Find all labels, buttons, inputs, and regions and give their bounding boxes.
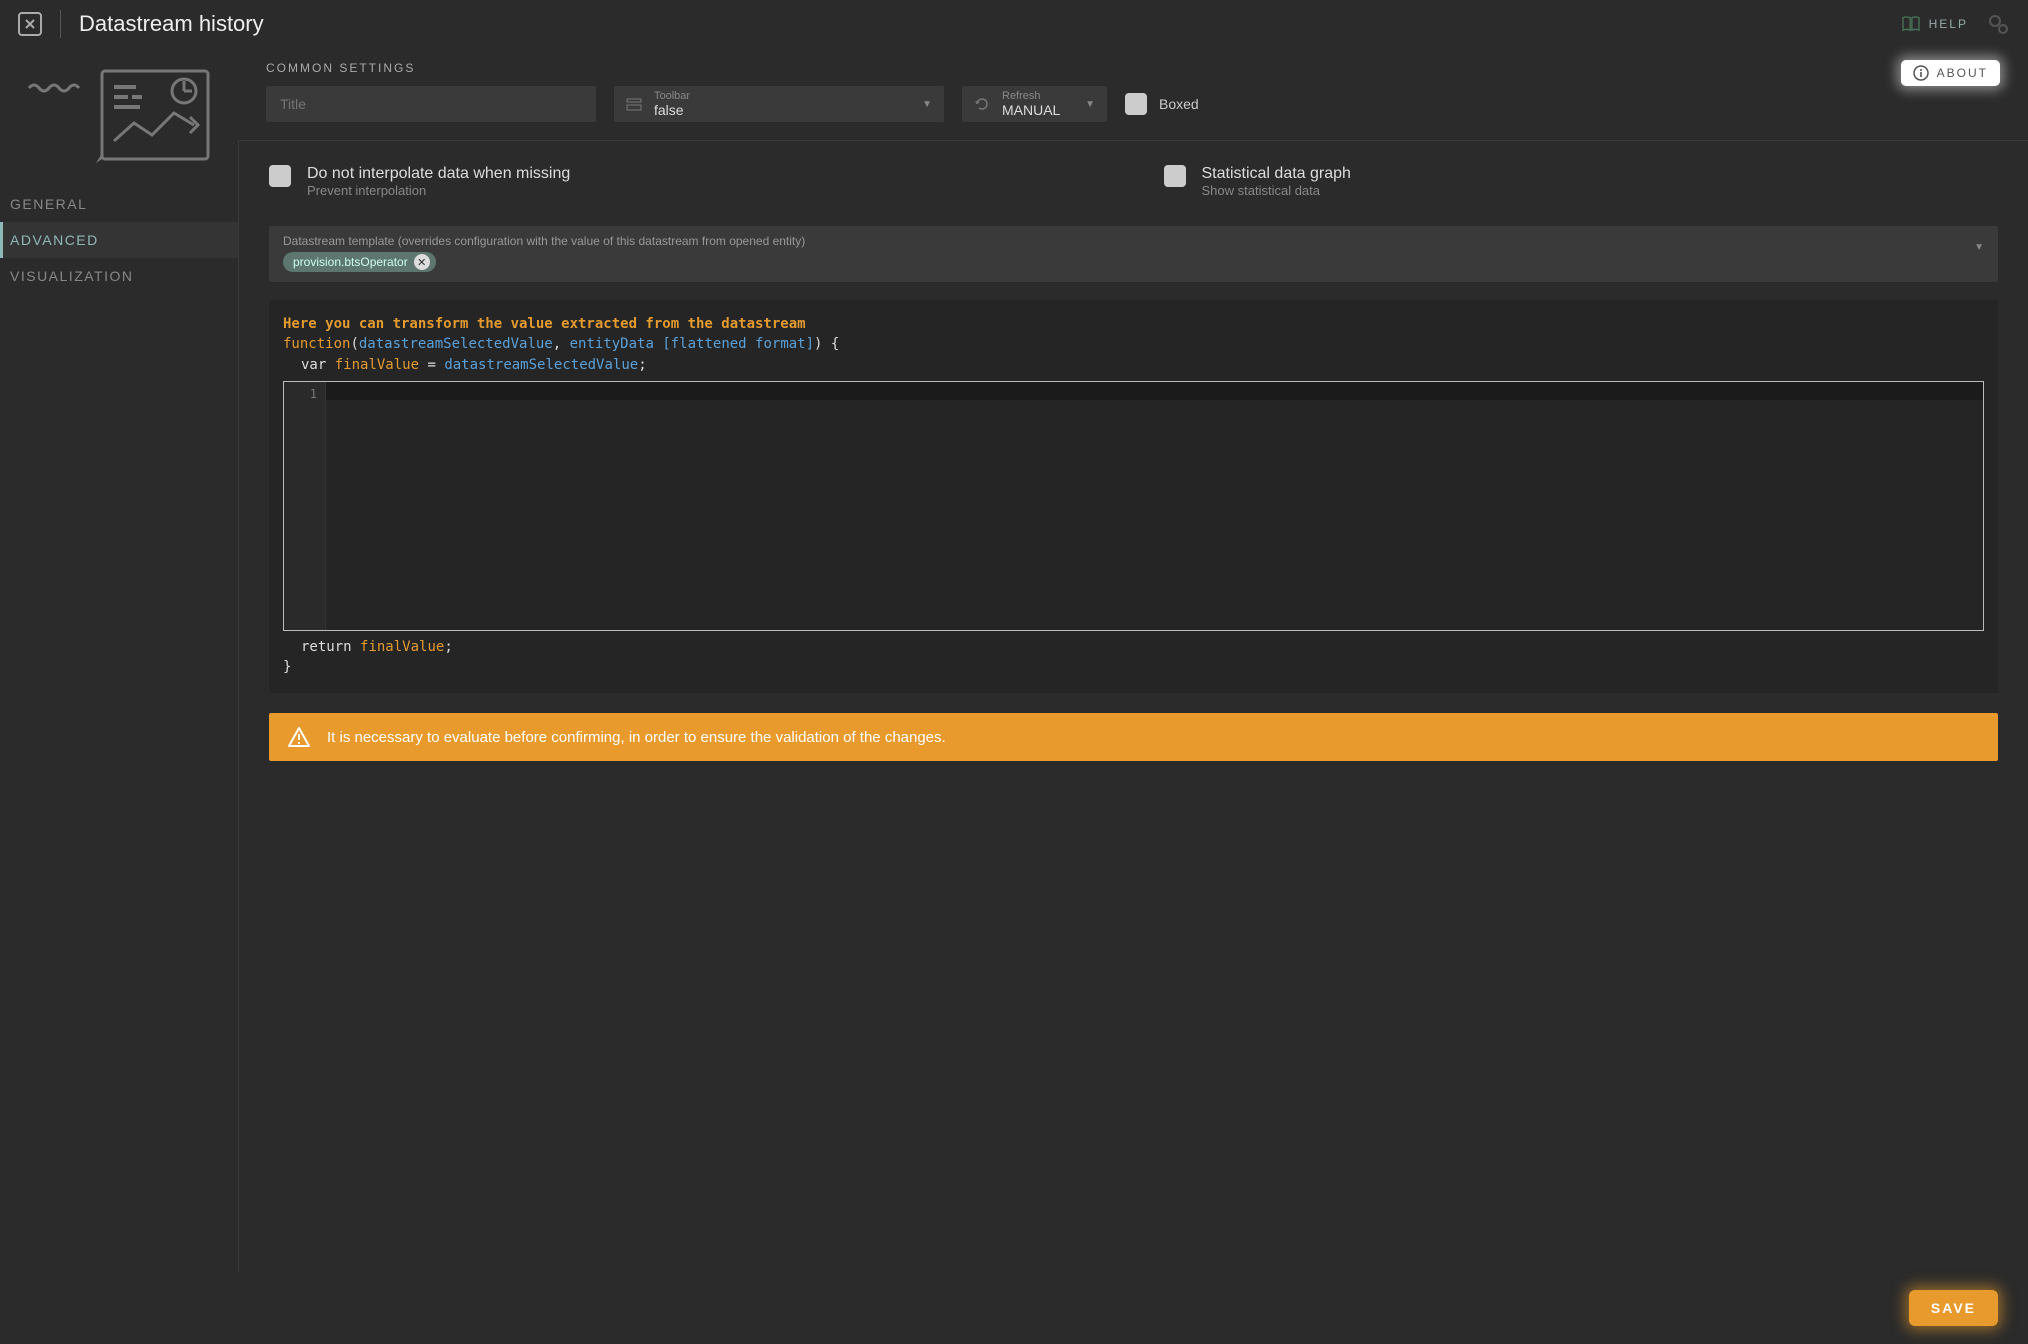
code-heading: Here you can transform the value extract… (283, 314, 1984, 334)
help-button[interactable]: HELP (1901, 16, 1968, 32)
code-var-name: finalValue (335, 357, 419, 373)
template-chip-text: provision.btsOperator (293, 255, 408, 269)
code-var-rhs: datastreamSelectedValue (444, 357, 638, 373)
widget-preview-icon (24, 58, 214, 168)
refresh-label: Refresh (1002, 90, 1060, 103)
title-field[interactable] (266, 86, 596, 122)
sidebar-item-general[interactable]: GENERAL (0, 186, 238, 222)
divider (60, 10, 61, 38)
about-label: ABOUT (1937, 66, 1988, 80)
interpolate-subtitle: Prevent interpolation (307, 183, 570, 198)
close-button[interactable] (18, 12, 42, 36)
sidebar-item-visualization[interactable]: VISUALIZATION (0, 258, 238, 294)
about-button[interactable]: ABOUT (1901, 60, 2000, 86)
topbar: Datastream history HELP (0, 0, 2028, 48)
interpolate-checkbox[interactable] (269, 165, 291, 187)
statgraph-subtitle: Show statistical data (1202, 183, 1351, 198)
sidebar-item-advanced[interactable]: ADVANCED (0, 222, 238, 258)
code-var-kw: var (301, 357, 326, 373)
page-title: Datastream history (79, 11, 264, 37)
title-input[interactable] (266, 96, 596, 112)
book-icon (1901, 16, 1921, 32)
warning-icon (287, 725, 311, 749)
refresh-select[interactable]: Refresh MANUAL ▼ (962, 86, 1107, 122)
chevron-down-icon: ▼ (1974, 242, 1984, 253)
advanced-panel: Do not interpolate data when missing Pre… (238, 140, 2028, 1272)
transform-code-block: Here you can transform the value extract… (269, 300, 1998, 693)
common-settings: COMMON SETTINGS ABOUT (238, 48, 2028, 140)
save-button[interactable]: SAVE (1909, 1290, 1998, 1326)
toolbar-icon (626, 96, 642, 112)
common-settings-label: COMMON SETTINGS (266, 61, 415, 75)
chip-remove-icon[interactable]: ✕ (414, 254, 430, 270)
code-param2: entityData [flattened format] (570, 336, 814, 352)
refresh-value: MANUAL (1002, 102, 1060, 118)
code-return-kw: return (301, 639, 352, 655)
toolbar-value: false (654, 102, 690, 118)
boxed-label: Boxed (1159, 96, 1199, 112)
interpolate-title: Do not interpolate data when missing (307, 165, 570, 183)
code-editor[interactable]: 1 (283, 381, 1984, 631)
statgraph-checkbox[interactable] (1164, 165, 1186, 187)
code-return-name: finalValue (360, 639, 444, 655)
footer: SAVE (238, 1272, 2028, 1344)
warning-text: It is necessary to evaluate before confi… (327, 729, 946, 746)
warning-banner: It is necessary to evaluate before confi… (269, 713, 1998, 761)
datastream-template-select[interactable]: Datastream template (overrides configura… (269, 226, 1998, 282)
gear-icon[interactable] (1986, 12, 2010, 36)
chevron-down-icon: ▼ (922, 99, 932, 110)
help-label: HELP (1929, 17, 1968, 31)
sidebar: GENERAL ADVANCED VISUALIZATION (0, 48, 238, 1344)
code-param1: datastreamSelectedValue (359, 336, 553, 352)
info-icon (1913, 65, 1929, 81)
boxed-checkbox[interactable] (1125, 93, 1147, 115)
chevron-down-icon: ▼ (1085, 99, 1095, 110)
template-label: Datastream template (overrides configura… (283, 234, 1984, 248)
toolbar-label: Toolbar (654, 90, 690, 103)
template-chip: provision.btsOperator ✕ (283, 252, 436, 272)
close-icon (25, 19, 35, 29)
toolbar-select[interactable]: Toolbar false ▼ (614, 86, 944, 122)
statgraph-title: Statistical data graph (1202, 165, 1351, 183)
code-fn-kw: function (283, 336, 350, 352)
refresh-icon (974, 96, 990, 112)
editor-gutter: 1 (284, 382, 326, 630)
